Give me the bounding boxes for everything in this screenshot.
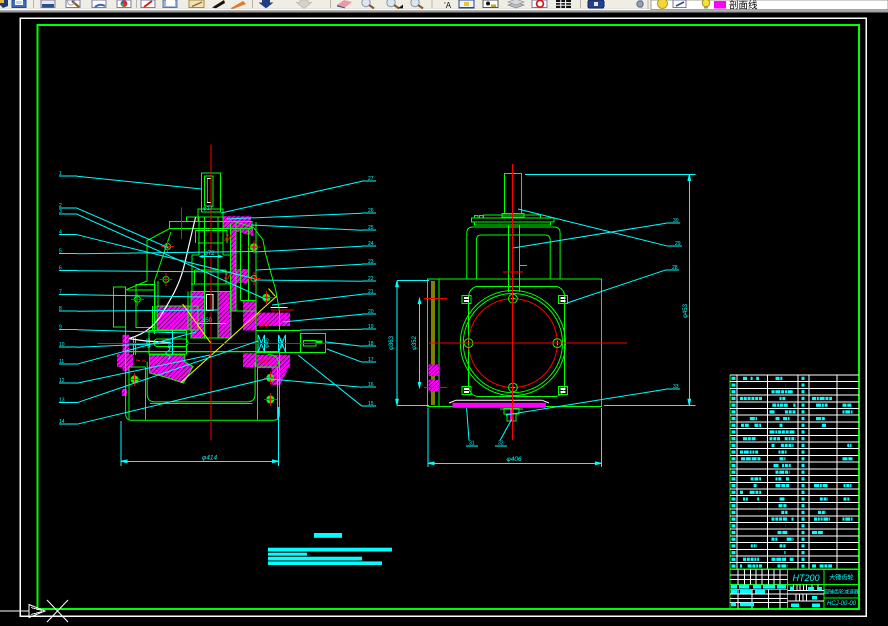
svg-text:’A: ’A xyxy=(444,1,452,10)
svg-text:圆锤齿轮减速器: 圆锤齿轮减速器 xyxy=(824,589,859,596)
svg-text:大锤齿轮: 大锤齿轮 xyxy=(829,574,854,582)
svg-text:剖面线: 剖面线 xyxy=(729,0,758,12)
svg-text:φ363: φ363 xyxy=(389,335,395,350)
svg-text:HT200: HT200 xyxy=(792,573,819,583)
svg-text:φ35: φ35 xyxy=(146,338,152,348)
svg-text:φ45: φ45 xyxy=(265,338,271,348)
svg-text:φ453: φ453 xyxy=(683,303,689,318)
svg-text:φ40: φ40 xyxy=(279,338,285,348)
svg-text:φ414: φ414 xyxy=(202,455,217,462)
svg-text:HCJ-00-00: HCJ-00-00 xyxy=(827,601,857,607)
svg-text:φ406: φ406 xyxy=(506,456,521,463)
svg-text:φ352: φ352 xyxy=(412,335,418,350)
svg-text:φ17: φ17 xyxy=(203,206,213,212)
